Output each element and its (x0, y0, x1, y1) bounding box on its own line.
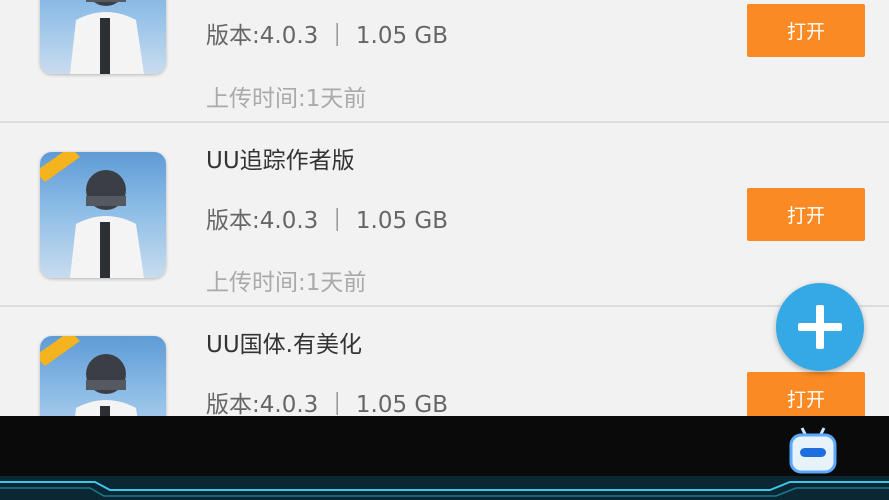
decorative-frame (0, 476, 889, 500)
version-info: 版本:4.0.3 ｜ 1.05 GB (206, 23, 449, 49)
app-title: UU国体.有美化 (206, 332, 362, 358)
list-item[interactable]: UU追踪作者版 版本:4.0.3 ｜ 1.05 GB 上传时间:1天前 打开 (0, 123, 889, 306)
list-item[interactable]: 版本:4.0.3 ｜ 1.05 GB 上传时间:1天前 打开 (0, 0, 889, 122)
app-icon (40, 0, 166, 74)
robot-tv-icon (789, 427, 837, 474)
version-info: 版本:4.0.3 ｜ 1.05 GB (206, 208, 449, 234)
upload-time: 上传时间:1天前 (206, 270, 367, 296)
open-button[interactable]: 打开 (747, 372, 865, 416)
app-title: UU追踪作者版 (206, 148, 355, 174)
upload-time: 上传时间:1天前 (206, 86, 367, 112)
app-icon (40, 152, 166, 278)
add-fab-button[interactable] (776, 283, 864, 371)
app-icon (40, 336, 166, 416)
open-button[interactable]: 打开 (747, 4, 865, 57)
open-button[interactable]: 打开 (747, 188, 865, 241)
app-list-screen: 版本:4.0.3 ｜ 1.05 GB 上传时间:1天前 打开 UU追踪作者版 版… (0, 0, 889, 416)
version-info: 版本:4.0.3 ｜ 1.05 GB (206, 392, 449, 416)
list-item[interactable]: UU国体.有美化 版本:4.0.3 ｜ 1.05 GB 打开 (0, 307, 889, 416)
plus-icon (798, 305, 842, 349)
